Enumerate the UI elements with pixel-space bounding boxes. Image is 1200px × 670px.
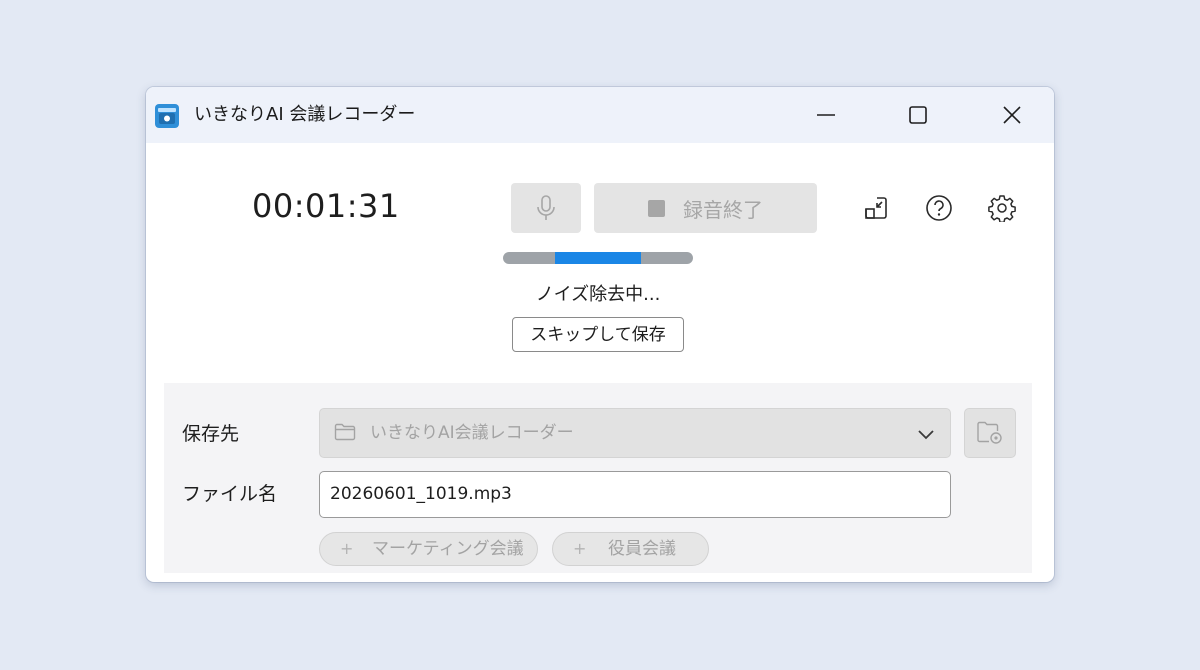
destination-value: いきなりAI会議レコーダー	[370, 423, 574, 443]
tag-chip-marketing[interactable]: + マーケティング会議	[319, 532, 538, 566]
stop-icon	[648, 199, 665, 217]
progress-fill	[555, 252, 641, 264]
destination-label: 保存先	[182, 423, 240, 445]
processing-progress-bar	[503, 252, 693, 264]
help-icon	[926, 195, 952, 221]
stop-recording-button[interactable]: 録音終了	[594, 183, 817, 233]
destination-select[interactable]: いきなりAI会議レコーダー	[319, 408, 951, 458]
folder-icon	[334, 423, 356, 441]
filename-label: ファイル名	[182, 483, 278, 505]
skip-and-save-button[interactable]: スキップして保存	[512, 317, 684, 352]
close-button[interactable]	[972, 87, 1052, 143]
title-bar[interactable]: いきなりAI 会議レコーダー	[146, 87, 1054, 143]
tag-chip-executive[interactable]: + 役員会議	[552, 532, 709, 566]
gear-icon	[988, 195, 1016, 222]
minimize-button[interactable]	[786, 87, 866, 143]
chevron-down-icon	[918, 430, 934, 440]
folder-settings-icon	[977, 421, 1002, 444]
elapsed-timer: 00:01:31	[252, 187, 400, 225]
maximize-button[interactable]	[878, 87, 958, 143]
mini-mode-button[interactable]	[861, 193, 891, 223]
browse-folder-button[interactable]	[964, 408, 1016, 458]
close-icon	[1003, 106, 1021, 124]
help-button[interactable]	[924, 193, 954, 223]
mic-button[interactable]	[511, 183, 581, 233]
settings-button[interactable]	[987, 193, 1017, 223]
microphone-icon	[537, 195, 555, 220]
app-logo-icon	[155, 104, 179, 128]
save-settings-panel: 保存先 いきなりAI会議レコーダー ファイル名 20260601_1019.mp…	[164, 383, 1032, 573]
tag-label: マーケティング会議	[372, 539, 524, 559]
processing-status: ノイズ除去中...	[535, 284, 661, 305]
plus-icon: +	[573, 539, 587, 558]
minimize-to-corner-icon	[865, 197, 887, 219]
window-title: いきなりAI 会議レコーダー	[194, 104, 416, 125]
recorder-window: いきなりAI 会議レコーダー 00:01:31 録音終了 ノイズ除去中... ス…	[146, 87, 1054, 582]
filename-input[interactable]: 20260601_1019.mp3	[319, 471, 951, 518]
tag-label: 役員会議	[608, 539, 676, 559]
plus-icon: +	[340, 539, 354, 558]
maximize-icon	[909, 106, 927, 124]
stop-recording-label: 録音終了	[683, 197, 763, 222]
minimize-icon	[817, 114, 835, 116]
